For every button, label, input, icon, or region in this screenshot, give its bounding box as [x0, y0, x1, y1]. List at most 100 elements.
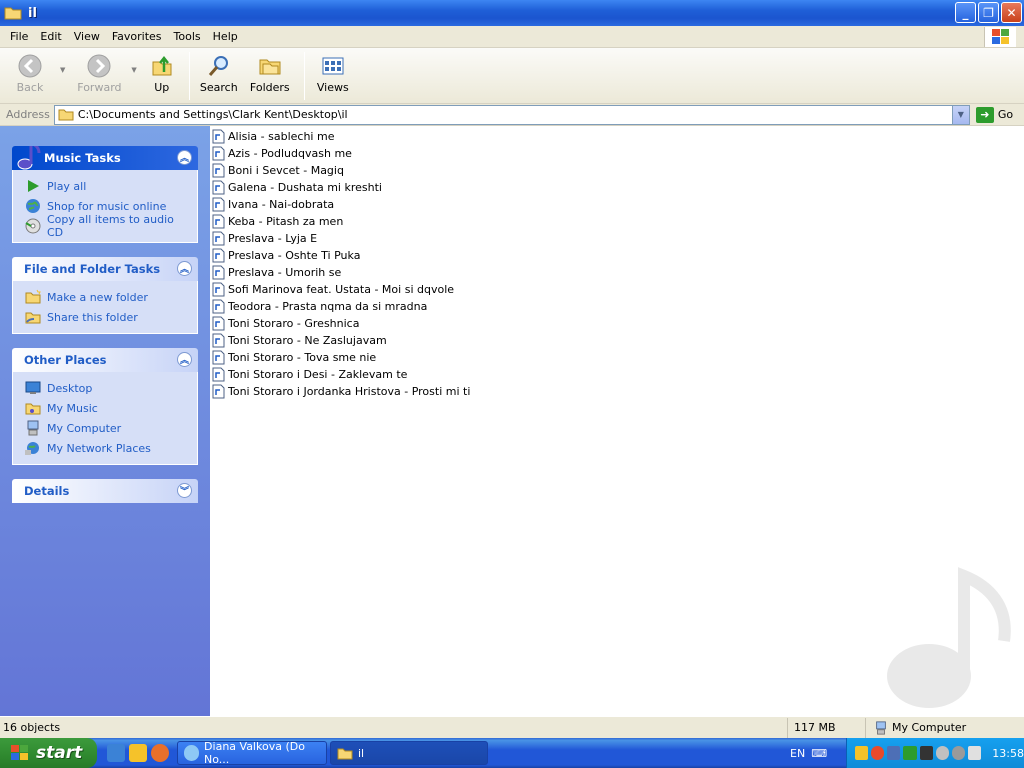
- audio-file-icon: [212, 367, 225, 382]
- file-item[interactable]: Sofi Marinova feat. Ustata - Moi si dqvo…: [212, 281, 1024, 298]
- file-item[interactable]: Toni Storaro - Tova sme nie: [212, 349, 1024, 366]
- views-icon: [322, 57, 344, 75]
- up-button[interactable]: Up: [141, 48, 183, 102]
- file-item[interactable]: Preslava - Oshte Ti Puka: [212, 247, 1024, 264]
- file-item[interactable]: Toni Storaro - Greshnica: [212, 315, 1024, 332]
- forward-button[interactable]: Forward: [69, 48, 129, 102]
- taskbar-item-il[interactable]: il: [330, 741, 488, 765]
- status-location: My Computer: [866, 718, 1024, 738]
- file-name: Keba - Pitash za men: [228, 215, 344, 228]
- status-bar: 16 objects 117 MB My Computer: [0, 716, 1024, 738]
- menu-file[interactable]: File: [4, 28, 34, 45]
- back-dropdown-icon[interactable]: ▼: [60, 66, 65, 74]
- share-folder-icon: [25, 312, 41, 324]
- address-bar: Address C:\Documents and Settings\Clark …: [0, 104, 1024, 126]
- audio-file-icon: [212, 180, 225, 195]
- go-button[interactable]: ➜ Go: [975, 106, 1013, 123]
- file-item[interactable]: Toni Storaro i Jordanka Hristova - Prost…: [212, 383, 1024, 400]
- other-places-header[interactable]: Other Places ︽: [12, 348, 198, 372]
- search-icon: [208, 56, 228, 76]
- file-list-view: Alisia - sablechi me Azis - Podludqvash m…: [210, 126, 1024, 716]
- status-size: 117 MB: [788, 717, 866, 738]
- menu-help[interactable]: Help: [207, 28, 244, 45]
- expand-chevron-icon[interactable]: ︾: [177, 483, 192, 498]
- desktop-icon: [25, 381, 41, 394]
- folders-button[interactable]: Folders: [242, 48, 298, 102]
- audio-file-icon: [212, 214, 225, 229]
- tray-app-icon[interactable]: [903, 746, 917, 760]
- copy-to-cd-link[interactable]: Copy all items to audio CD: [25, 213, 187, 239]
- window-title: il: [28, 5, 37, 21]
- tray-network-icon[interactable]: [887, 746, 901, 760]
- file-item[interactable]: Preslava - Umorih se: [212, 264, 1024, 281]
- close-button[interactable]: ✕: [1001, 2, 1022, 23]
- file-item[interactable]: Galena - Dushata mi kreshti: [212, 179, 1024, 196]
- details-header[interactable]: Details ︾: [12, 479, 198, 503]
- menu-tools[interactable]: Tools: [168, 28, 207, 45]
- restore-button[interactable]: ❐: [978, 2, 999, 23]
- back-arrow-icon: [18, 54, 42, 78]
- address-dropdown-icon[interactable]: ▼: [951, 105, 969, 124]
- tray-app-icon[interactable]: [855, 746, 869, 760]
- tray-app-icon[interactable]: [871, 746, 885, 760]
- menu-edit[interactable]: Edit: [34, 28, 67, 45]
- collapse-chevron-icon[interactable]: ︽: [177, 352, 192, 367]
- my-network-places-link[interactable]: My Network Places: [25, 438, 187, 458]
- file-name: Ivana - Nai-dobrata: [228, 198, 335, 211]
- show-desktop-icon[interactable]: [129, 744, 147, 762]
- tray-app-icon[interactable]: [968, 746, 982, 760]
- file-folder-tasks-header[interactable]: File and Folder Tasks ︽: [12, 257, 198, 281]
- menu-view[interactable]: View: [68, 28, 106, 45]
- file-name: Preslava - Oshte Ti Puka: [228, 249, 361, 262]
- menu-favorites[interactable]: Favorites: [106, 28, 168, 45]
- file-name: Toni Storaro - Tova sme nie: [228, 351, 377, 364]
- tray-volume-icon[interactable]: [935, 746, 949, 760]
- start-button[interactable]: start: [0, 738, 97, 768]
- file-item[interactable]: Keba - Pitash za men: [212, 213, 1024, 230]
- minimize-button[interactable]: _: [955, 2, 976, 23]
- file-name: Toni Storaro - Ne Zaslujavam: [228, 334, 387, 347]
- play-all-link[interactable]: Play all: [25, 176, 187, 196]
- tray-app-icon[interactable]: [951, 746, 966, 760]
- clock[interactable]: 13:58: [992, 747, 1024, 760]
- address-input[interactable]: C:\Documents and Settings\Clark Kent\Des…: [53, 104, 970, 125]
- title-bar[interactable]: il _ ❐ ✕: [0, 0, 1024, 26]
- my-computer-link[interactable]: My Computer: [25, 418, 187, 438]
- music-tasks-header[interactable]: Music Tasks ︽: [12, 146, 198, 170]
- file-item[interactable]: Boni i Sevcet - Magiq: [212, 162, 1024, 179]
- search-button[interactable]: Search: [196, 48, 242, 102]
- my-music-link[interactable]: My Music: [25, 398, 187, 418]
- file-item[interactable]: Preslava - Lyja E: [212, 230, 1024, 247]
- share-folder-link[interactable]: Share this folder: [25, 307, 187, 327]
- file-item[interactable]: Toni Storaro i Desi - Zaklevam te: [212, 366, 1024, 383]
- views-button[interactable]: Views: [311, 48, 355, 102]
- go-arrow-icon: ➜: [975, 106, 994, 123]
- desktop-link[interactable]: Desktop: [25, 378, 187, 398]
- globe-icon: [26, 199, 40, 213]
- details-box: Details ︾: [12, 479, 198, 503]
- tray-app-icon[interactable]: [919, 746, 933, 760]
- file-item[interactable]: Teodora - Prasta nqma da si mradna: [212, 298, 1024, 315]
- taskbar-item-messenger[interactable]: Diana Valkova (Do No...: [177, 740, 327, 766]
- collapse-chevron-icon[interactable]: ︽: [177, 150, 192, 165]
- back-button[interactable]: Back: [2, 48, 58, 102]
- audio-file-icon: [212, 265, 225, 280]
- make-new-folder-link[interactable]: Make a new folder: [25, 287, 187, 307]
- collapse-chevron-icon[interactable]: ︽: [177, 261, 192, 276]
- file-item[interactable]: Alisia - sablechi me: [212, 128, 1024, 145]
- language-indicator[interactable]: EN ⌨: [786, 738, 827, 768]
- audio-file-icon: [212, 163, 225, 178]
- windows-logo-icon: [984, 27, 1016, 47]
- file-item[interactable]: Toni Storaro - Ne Zaslujavam: [212, 332, 1024, 349]
- file-item[interactable]: Ivana - Nai-dobrata: [212, 196, 1024, 213]
- music-tasks-box: Music Tasks ︽ Play all Shop for music on…: [12, 146, 198, 243]
- ie-icon[interactable]: [107, 744, 125, 762]
- firefox-icon[interactable]: [151, 744, 169, 762]
- my-music-folder-icon: [25, 403, 41, 415]
- file-name: Alisia - sablechi me: [228, 130, 335, 143]
- audio-file-icon: [212, 384, 225, 399]
- folder-icon: [58, 109, 74, 121]
- my-computer-icon: [27, 420, 39, 436]
- file-item[interactable]: Azis - Podludqvash me: [212, 145, 1024, 162]
- forward-dropdown-icon[interactable]: ▼: [131, 66, 136, 74]
